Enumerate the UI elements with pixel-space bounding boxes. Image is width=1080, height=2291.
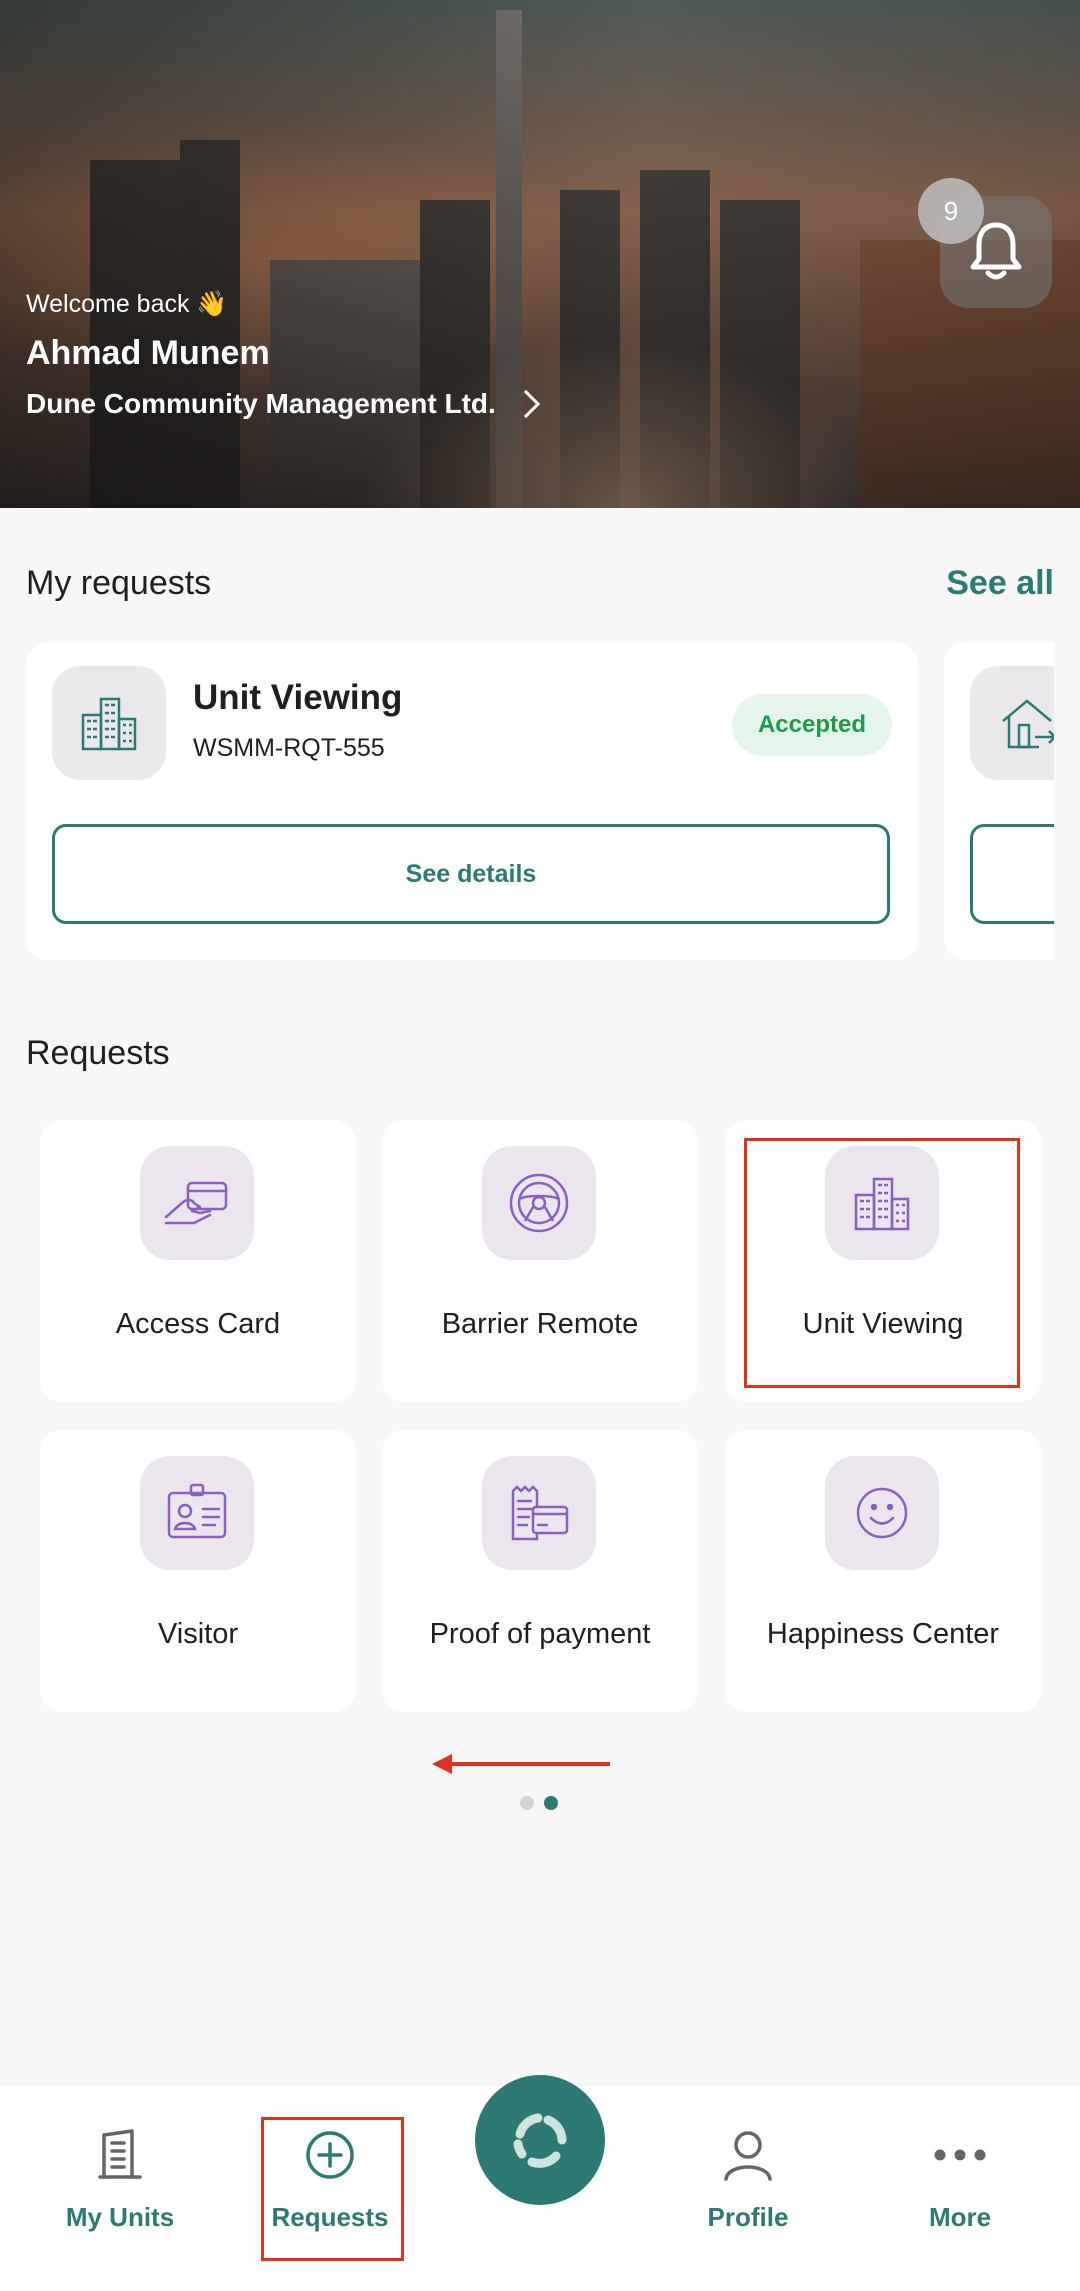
request-tile-happiness-center[interactable]: Happiness Center xyxy=(725,1430,1041,1712)
request-title: Unit Viewing xyxy=(193,678,403,717)
chevron-right-icon xyxy=(511,389,540,419)
page-indicator xyxy=(520,1796,558,1810)
house-move-icon xyxy=(970,666,1054,780)
nav-label: Profile xyxy=(707,2202,789,2232)
page-dot[interactable] xyxy=(520,1796,534,1810)
my-requests-title: My requests xyxy=(26,564,212,602)
person-icon xyxy=(648,2120,848,2190)
tile-label: Barrier Remote xyxy=(441,1308,639,1340)
welcome-text: Welcome back 👋 xyxy=(26,290,228,318)
more-dots-icon xyxy=(860,2120,1060,2190)
tile-label: Proof of payment xyxy=(429,1618,651,1650)
community-selector[interactable]: Dune Community Management Ltd. xyxy=(26,388,540,420)
nav-my-units[interactable]: My Units xyxy=(20,2120,220,2233)
app-logo-icon xyxy=(513,2113,567,2168)
tile-label: Access Card xyxy=(115,1308,281,1340)
access-card-icon xyxy=(140,1146,254,1260)
smiley-icon xyxy=(825,1456,939,1570)
tile-label: Happiness Center xyxy=(766,1618,1000,1650)
user-name: Ahmad Munem xyxy=(26,334,270,372)
community-name: Dune Community Management Ltd. xyxy=(26,388,496,419)
request-code: WSMM-RQT-555 xyxy=(193,734,385,762)
request-tile-proof-of-payment[interactable]: Proof of payment xyxy=(382,1430,698,1712)
building-icon xyxy=(20,2120,220,2190)
buildings-icon xyxy=(52,666,166,780)
nav-label: My Units xyxy=(65,2202,175,2232)
status-badge: Accepted xyxy=(731,694,892,756)
request-tile-visitor[interactable]: Visitor xyxy=(40,1430,356,1712)
visitor-badge-icon xyxy=(140,1456,254,1570)
highlight-annotation xyxy=(744,1138,1020,1388)
see-details-button-next[interactable] xyxy=(970,824,1054,924)
hero-banner xyxy=(0,0,1080,508)
tile-label: Visitor xyxy=(157,1618,239,1650)
request-tile-barrier-remote[interactable]: Barrier Remote xyxy=(382,1120,698,1402)
page-dot-active[interactable] xyxy=(544,1796,558,1810)
requests-title: Requests xyxy=(26,1034,170,1072)
see-details-button[interactable]: See details xyxy=(52,824,890,924)
request-card: Unit Viewing WSMM-RQT-555 Accepted See d… xyxy=(26,642,918,960)
nav-label: More xyxy=(928,2202,992,2232)
receipt-card-icon xyxy=(482,1456,596,1570)
swipe-left-arrow-icon xyxy=(432,1754,610,1774)
center-home-button[interactable] xyxy=(475,2075,605,2205)
notification-count-badge: 9 xyxy=(918,178,984,244)
highlight-annotation xyxy=(261,2117,404,2261)
request-card-next[interactable] xyxy=(944,642,1054,960)
see-all-link[interactable]: See all xyxy=(946,564,1054,603)
barrier-remote-icon xyxy=(482,1146,596,1260)
request-tile-access-card[interactable]: Access Card xyxy=(40,1120,356,1402)
nav-profile[interactable]: Profile xyxy=(648,2120,848,2233)
nav-more[interactable]: More xyxy=(860,2120,1060,2233)
